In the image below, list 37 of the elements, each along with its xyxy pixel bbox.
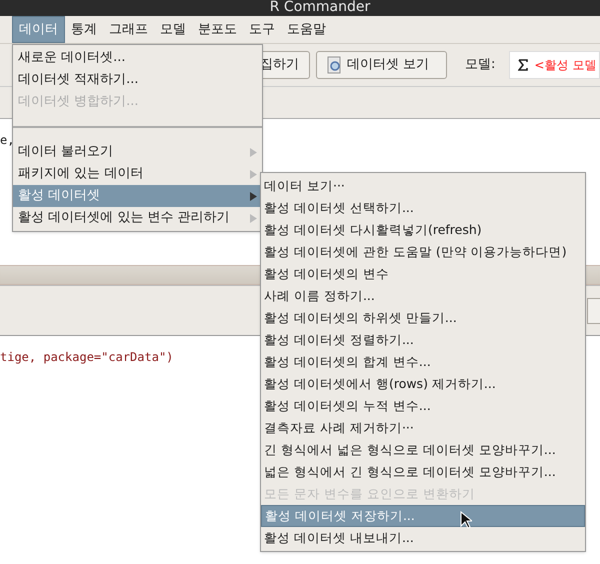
menu-item[interactable]: 결측자료 사례 제거하기··· [261,417,585,439]
menu-item[interactable]: 통계 [65,16,103,43]
menu-item[interactable]: 그래프 [103,16,154,43]
script-text: e, [0,133,14,147]
menu-item[interactable]: 활성 데이터셋에 관한 도움말 (만약 이용가능하다면) [261,241,585,263]
menu-item[interactable]: 도움말 [281,16,332,43]
menu-item[interactable]: 모델 [154,16,192,43]
output-text: tige, package="carData") [0,350,174,364]
menu-item[interactable]: 활성 데이터셋 다시활력넣기(refresh) [261,219,585,241]
menu-item[interactable]: 긴 형식에서 넓은 형식으로 데이터셋 모양바꾸기... [261,439,585,461]
menu-item[interactable]: 활성 데이터셋의 누적 변수... [261,395,585,417]
submit-button[interactable] [587,298,600,324]
menu-item[interactable]: 활성 데이터셋의 하위셋 만들기... [261,307,585,329]
menu-item[interactable]: 데이터 불러오기 [13,141,262,163]
menu-item[interactable]: 패키지에 있는 데이터 [13,163,262,185]
submenu-arrow-icon [250,148,257,156]
sigma-icon [518,59,528,71]
menu-item[interactable]: 활성 데이터셋 내보내기... [261,527,585,549]
menu-item[interactable]: 분포도 [192,16,243,43]
model-field[interactable]: <활성 모델 [509,51,600,79]
menu-item[interactable]: 활성 데이터셋 선택하기... [261,197,585,219]
menu-item[interactable]: 활성 데이터셋 정렬하기... [261,329,585,351]
menu-item[interactable]: 도구 [243,16,281,43]
magnifier-icon [327,56,343,74]
menu-item[interactable]: 데이터 보기··· [261,175,585,197]
menu-item[interactable]: 사례 이름 정하기... [261,285,585,307]
model-label: 모델: [465,56,496,74]
menu-item[interactable]: 넓은 형식에서 긴 형식으로 데이터셋 모양바꾸기... [261,461,585,483]
submenu-arrow-icon [250,192,257,200]
cursor-icon [460,511,472,529]
menu-item[interactable]: 활성 데이터셋에서 행(rows) 제거하기... [261,373,585,395]
menu-item[interactable]: 활성 데이터셋의 합계 변수... [261,351,585,373]
menu-item[interactable]: 활성 데이터셋에 있는 변수 관리하기 [13,207,262,229]
submenu-arrow-icon [250,214,257,222]
window-title: R Commander [270,0,370,16]
submenu-arrow-icon [250,170,257,178]
view-dataset-button[interactable]: 데이터셋 보기 [316,51,447,79]
